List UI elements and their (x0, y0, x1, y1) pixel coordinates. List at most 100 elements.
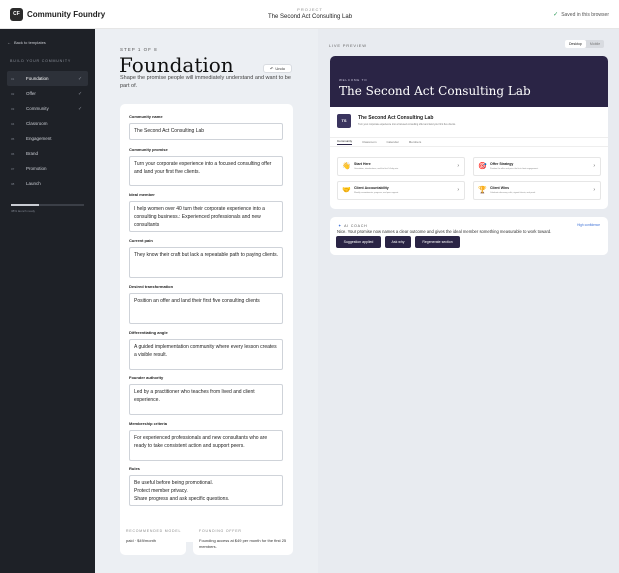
field-label: Founder authority (129, 375, 164, 380)
sparkle-icon: ✦ (338, 223, 343, 228)
step-number: 07 (11, 166, 15, 171)
rules-input[interactable]: Be useful before being promotional. Prot… (129, 475, 283, 506)
space-card-client-accountability[interactable]: 🤝 Client Accountability Weekly commitmen… (337, 181, 465, 200)
step-number: 02 (11, 91, 15, 96)
founding-offer-text: Founding access at $49 per month for the… (199, 538, 287, 549)
founding-offer-kicker: FOUNDING OFFER (199, 529, 242, 533)
sidebar-item-community[interactable]: 03 Community ✓ (7, 101, 88, 116)
check-icon: ✓ (553, 12, 559, 18)
tab-community[interactable]: Community (337, 139, 353, 145)
sidebar-item-launch[interactable]: 08 Launch (7, 176, 88, 191)
undo-label: Undo (275, 66, 285, 71)
chevron-right-icon: › (593, 163, 595, 169)
regenerate-section-button[interactable]: Regenerate section (415, 236, 460, 248)
community-name-input[interactable]: The Second Act Consulting Lab (129, 123, 283, 140)
undo-button[interactable]: ↶ Undo (263, 64, 292, 73)
field-label: Differentiating angle (129, 330, 168, 335)
wave-icon: 👋 (342, 163, 351, 170)
saved-text: Saved in this browser (561, 11, 609, 18)
field-label: Rules (129, 466, 140, 471)
mobile-toggle[interactable]: Mobile (586, 40, 604, 48)
card-title: Client Wins (490, 186, 510, 190)
step-number: 06 (11, 151, 15, 156)
trophy-icon: 🏆 (478, 187, 487, 194)
check-icon: ✓ (78, 90, 83, 97)
handshake-icon: 🤝 (342, 187, 351, 194)
sidebar-item-brand[interactable]: 06 Brand (7, 146, 88, 161)
preview-promise: Turn your corporate experience into a fo… (358, 123, 456, 126)
back-label: Back to templates (14, 40, 46, 45)
step-kicker: STEP 1 OF 8 (120, 47, 158, 52)
card-subtitle: Position the offer and price the first c… (490, 168, 539, 170)
saved-status: ✓ Saved in this browser (553, 11, 609, 19)
step-number: 01 (11, 76, 15, 81)
foundation-form: Community name The Second Act Consulting… (120, 104, 293, 542)
sidebar-item-engagement[interactable]: 05 Engagement (7, 131, 88, 146)
undo-icon: ↶ (270, 66, 274, 71)
sidebar-item-foundation[interactable]: 01 Foundation ✓ (7, 71, 88, 86)
sidebar-item-promotion[interactable]: 07 Promotion (7, 161, 88, 176)
step-label: Classroom (26, 121, 48, 126)
tab-classroom[interactable]: Classroom (362, 140, 376, 144)
device-toggle: Desktop Mobile (565, 40, 605, 48)
sidebar-item-offer[interactable]: 02 Offer ✓ (7, 86, 88, 101)
card-title: Offer Strategy (490, 162, 514, 166)
tab-calendar[interactable]: Calendar (387, 140, 399, 144)
desktop-toggle[interactable]: Desktop (565, 40, 586, 48)
differentiating-angle-input[interactable]: A guided implementation community where … (129, 339, 283, 370)
step-label: Brand (26, 151, 39, 156)
logo-icon: CF (10, 8, 23, 21)
arrow-left-icon: ← (7, 40, 11, 45)
space-card-offer-strategy[interactable]: 🎯 Offer Strategy Position the offer and … (473, 157, 601, 176)
preview-frame: WELCOME TO The Second Act Consulting Lab… (330, 56, 608, 209)
ai-coach-label: AI COACH (344, 223, 368, 228)
sidebar-item-classroom[interactable]: 04 Classroom (7, 116, 88, 131)
suggestion-applied-button[interactable]: Suggestion applied (336, 236, 381, 248)
founder-authority-input[interactable]: Led by a practitioner who teaches from l… (129, 384, 283, 415)
step-label: Promotion (26, 166, 47, 171)
field-label: Ideal member (129, 192, 155, 197)
preview-tabs: Community Classroom Calendar Members (330, 137, 608, 147)
space-card-start-here[interactable]: 👋 Start Here Orientation, introductions,… (337, 157, 465, 176)
chevron-right-icon: › (593, 187, 595, 193)
preview-hero: WELCOME TO The Second Act Consulting Lab (330, 56, 608, 107)
step-label: Community (26, 106, 49, 111)
ai-coach-message: Nice. Your promise now names a clear out… (337, 229, 552, 234)
step-number: 08 (11, 181, 15, 186)
ask-why-button[interactable]: Ask why (385, 236, 411, 248)
project-name: The Second Act Consulting Lab (267, 14, 353, 20)
section-label: BUILD YOUR COMMUNITY (10, 59, 72, 63)
founding-offer-card: FOUNDING OFFER Founding access at $49 pe… (193, 522, 293, 555)
app-name: Community Foundry (27, 10, 106, 19)
preview-welcome: WELCOME TO (339, 78, 368, 82)
field-label: Membership criteria (129, 421, 168, 426)
community-promise-input[interactable]: Turn your corporate experience into a fo… (129, 156, 283, 186)
back-to-templates-link[interactable]: ← Back to templates (7, 40, 46, 45)
recommended-model-card: RECOMMENDED MODEL paid · $49/month (120, 522, 186, 555)
recommended-model-text: paid · $49/month (126, 538, 157, 543)
check-icon: ✓ (78, 105, 83, 112)
project-label: PROJECT (297, 7, 323, 12)
page-subtitle: Shape the promise people will immediatel… (120, 75, 291, 89)
launch-progress-bar (11, 204, 84, 206)
target-icon: 🎯 (478, 163, 487, 170)
confidence-badge: High confidence (577, 223, 600, 227)
current-pain-input[interactable]: They know their craft but lack a repeata… (129, 247, 283, 278)
progress-fill (11, 204, 39, 206)
card-subtitle: Weekly commitments, progress, and peer s… (354, 192, 399, 194)
space-card-client-wins[interactable]: 🏆 Client Wins Celebrate discovery calls,… (473, 181, 601, 200)
card-subtitle: Celebrate discovery calls, signed client… (490, 192, 536, 194)
tab-members[interactable]: Members (409, 140, 422, 144)
field-label: Community promise (129, 147, 168, 152)
step-list: 01 Foundation ✓ 02 Offer ✓ 03 Community … (7, 71, 88, 191)
field-label: Desired transformation (129, 284, 174, 289)
step-label: Launch (26, 181, 41, 186)
step-number: 05 (11, 136, 15, 141)
ideal-member-input[interactable]: I help women over 40 turn their corporat… (129, 201, 283, 232)
card-subtitle: Orientation, introductions, and the firs… (354, 168, 399, 170)
editor-panel: STEP 1 OF 8 Foundation Shape the promise… (95, 29, 318, 573)
preview-community-name: The Second Act Consulting Lab (358, 115, 434, 121)
desired-transformation-input[interactable]: Position an offer and land their first f… (129, 293, 283, 324)
membership-criteria-input[interactable]: For experienced professionals and new co… (129, 430, 283, 461)
chevron-right-icon: › (457, 163, 459, 169)
